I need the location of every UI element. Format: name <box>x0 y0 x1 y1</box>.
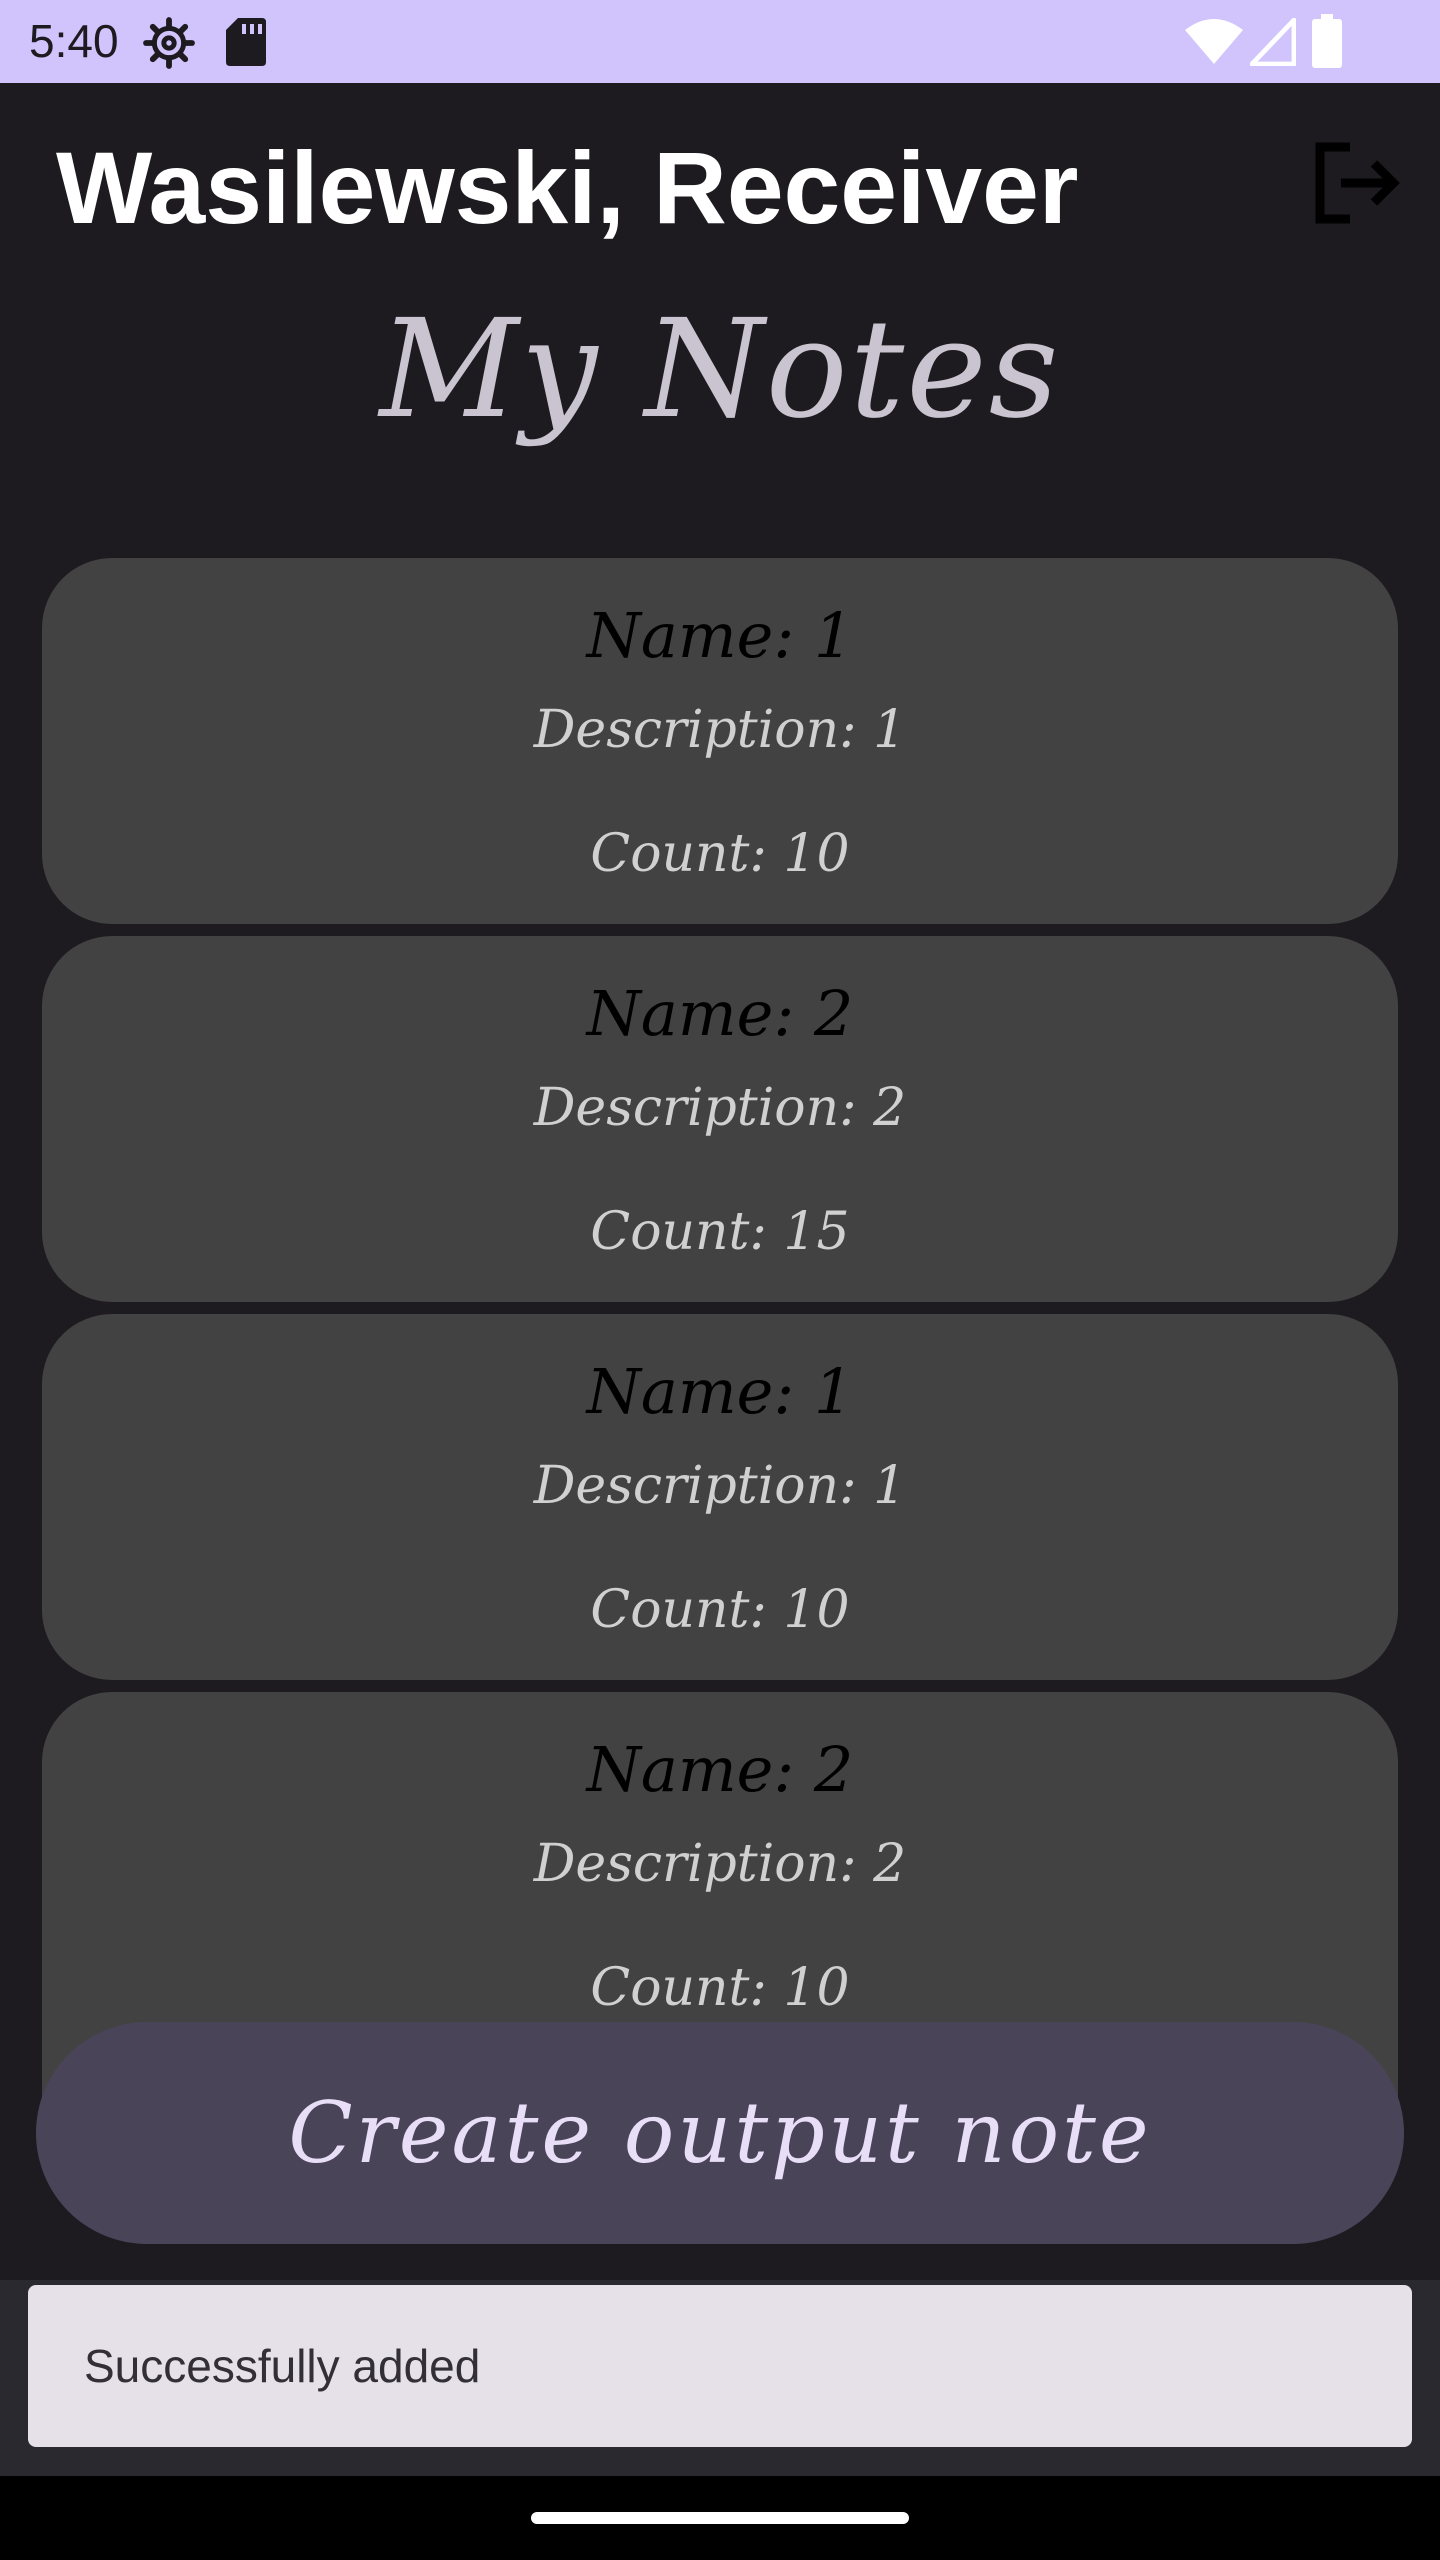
user-name-heading: Wasilewski, Receiver <box>56 131 1079 245</box>
status-bar: 5:40 <box>0 0 1440 83</box>
snackbar-message: Successfully added <box>84 2340 481 2392</box>
note-description: Description: 1 <box>533 700 907 760</box>
note-name: Name: 1 <box>586 599 854 672</box>
note-name: Name: 2 <box>586 977 854 1050</box>
note-card[interactable]: Name: 1 Description: 1 Count: 10 <box>42 1314 1398 1680</box>
note-description: Description: 2 <box>533 1834 907 1894</box>
cell-signal-icon <box>1249 17 1297 71</box>
note-name: Name: 2 <box>586 1733 854 1806</box>
note-count: Count: 15 <box>590 1202 850 1262</box>
note-count: Count: 10 <box>590 1958 850 2018</box>
note-count: Count: 10 <box>590 824 850 884</box>
create-output-note-button[interactable]: Create output note <box>36 2022 1404 2244</box>
note-card[interactable]: Name: 1 Description: 1 Count: 10 <box>42 558 1398 924</box>
battery-icon <box>1312 14 1342 73</box>
settings-gear-icon <box>142 16 196 75</box>
home-gesture-handle[interactable] <box>531 2512 909 2524</box>
note-description: Description: 2 <box>533 1078 907 1138</box>
page-title: My Notes <box>379 291 1061 449</box>
note-description: Description: 1 <box>533 1456 907 1516</box>
status-time: 5:40 <box>29 15 119 67</box>
wifi-icon <box>1184 18 1244 71</box>
snackbar: Successfully added <box>28 2285 1412 2447</box>
navigation-bar <box>0 2476 1440 2560</box>
note-name: Name: 1 <box>586 1355 854 1428</box>
logout-icon <box>1308 142 1404 232</box>
note-card[interactable]: Name: 2 Description: 2 Count: 15 <box>42 936 1398 1302</box>
logout-button[interactable] <box>1308 138 1404 228</box>
note-count: Count: 10 <box>590 1580 850 1640</box>
sd-card-icon <box>224 16 268 73</box>
